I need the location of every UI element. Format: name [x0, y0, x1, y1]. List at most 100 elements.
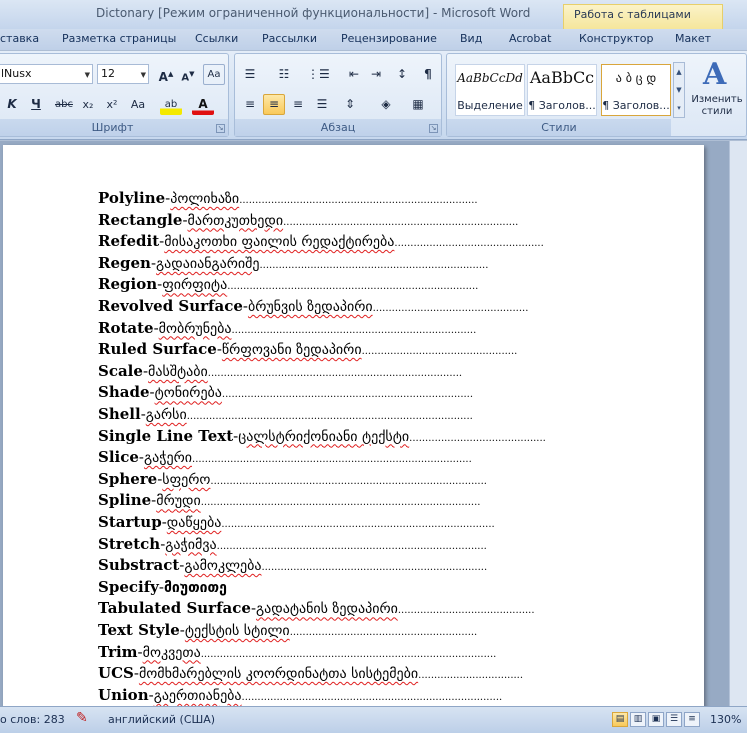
- decrease-indent-button[interactable]: ⇤: [343, 64, 365, 85]
- show-formatting-button[interactable]: ¶: [417, 64, 439, 85]
- style-item-emphasis[interactable]: AaBbCcDd Выделение: [455, 64, 525, 116]
- proofing-icon[interactable]: ✎: [76, 710, 88, 726]
- subscript-icon: x₂: [82, 98, 94, 111]
- style-item-heading1[interactable]: AaBbCc ¶ Заголов...: [527, 64, 597, 116]
- entry-translation: გარსი: [145, 407, 187, 423]
- style-item-heading2[interactable]: ა ბ ც დ ¶ Заголов...: [601, 64, 671, 116]
- styles-scroll[interactable]: ▲ ▼ ▾: [673, 62, 685, 118]
- entry-leader-dots: ........................................…: [200, 497, 481, 509]
- align-right-button[interactable]: ≡: [287, 94, 309, 115]
- status-bar: о слов: 283 ✎ английский (США) ▤ ▥ ▣ ☰ ≡…: [0, 706, 747, 733]
- pilcrow-icon: ¶: [424, 67, 432, 81]
- shrink-font-button[interactable]: A▼: [177, 64, 199, 85]
- entry-leader-dots: ........................................…: [216, 540, 487, 552]
- dictionary-entry: Slice-გაჭერი............................…: [98, 448, 472, 469]
- borders-button[interactable]: ▦: [407, 94, 429, 115]
- bullets-button[interactable]: ☰: [239, 64, 261, 85]
- print-layout-view-icon[interactable]: ▤: [612, 712, 628, 727]
- highlight-button[interactable]: ab: [160, 94, 182, 115]
- entry-leader-dots: ........................................…: [261, 562, 488, 574]
- font-group: lNusx ▼ 12 ▼ A▲ A▼ Aa K Ч abc x₂ x² Aa a…: [0, 53, 229, 137]
- dictionary-entry: Trim-მოკვეთა............................…: [98, 643, 496, 664]
- align-center-button[interactable]: ≡: [263, 94, 285, 115]
- entry-leader-dots: ........................................…: [231, 324, 477, 336]
- line-spacing-button[interactable]: ⇕: [339, 94, 361, 115]
- entry-leader-dots: ........................................…: [372, 303, 529, 314]
- justify-button[interactable]: ☰: [311, 94, 333, 115]
- entry-term: Stretch: [98, 534, 161, 553]
- table-tools-context-title: Работа с таблицами: [563, 4, 723, 30]
- numbered-list-icon: ☷: [278, 67, 290, 81]
- clear-formatting-button[interactable]: Aa: [203, 64, 225, 85]
- italic-button[interactable]: K: [1, 94, 23, 115]
- tab-mailings[interactable]: Рассылки: [262, 32, 317, 45]
- entry-leader-dots: .................................: [418, 670, 524, 682]
- entry-leader-dots: ........................................…: [200, 648, 497, 660]
- entry-translation: გაჭერი: [143, 450, 193, 467]
- tab-acrobat[interactable]: Acrobat: [509, 32, 551, 45]
- increase-indent-button[interactable]: ⇥: [365, 64, 387, 85]
- word-count[interactable]: о слов: 283: [0, 713, 65, 726]
- subscript-button[interactable]: x₂: [77, 94, 99, 115]
- vertical-scrollbar[interactable]: [729, 141, 747, 706]
- tab-view[interactable]: Вид: [460, 32, 482, 45]
- shading-button[interactable]: ◈: [375, 94, 397, 115]
- dictionary-entry: Startup-დაწყება.........................…: [98, 513, 495, 534]
- entry-leader-dots: ........................................…: [259, 259, 489, 271]
- superscript-button[interactable]: x²: [101, 94, 123, 115]
- tab-page-layout[interactable]: Разметка страницы: [62, 32, 176, 45]
- draft-view-icon[interactable]: ≡: [684, 712, 700, 727]
- change-case-icon: Aa: [130, 98, 146, 111]
- paragraph-dialog-launcher-icon[interactable]: ↘: [429, 124, 438, 133]
- font-name-combo[interactable]: lNusx ▼: [0, 64, 93, 84]
- dictionary-entry: UCS-მომხმარებლის კოორდინატთა სისტემები..…: [98, 664, 523, 685]
- align-left-button[interactable]: ≡: [239, 94, 261, 115]
- numbering-button[interactable]: ☷: [273, 64, 295, 85]
- font-size-combo[interactable]: 12 ▼: [97, 64, 149, 84]
- tab-design[interactable]: Конструктор: [579, 32, 653, 45]
- dictionary-entry: Union-გაერთიანება.......................…: [98, 686, 502, 706]
- grow-font-button[interactable]: A▲: [155, 64, 177, 85]
- entry-leader-dots: ........................................…: [239, 195, 478, 206]
- entry-leader-dots: ........................................…: [192, 454, 472, 466]
- paragraph-group: ☰ ☷ ⋮☰ ⇤ ⇥ ↕ ¶ ≡ ≡ ≡ ☰ ⇕ ◈ ▦ Абзац ↘: [234, 53, 442, 137]
- bullet-list-icon: ☰: [244, 67, 256, 81]
- multilevel-list-button[interactable]: ⋮☰: [307, 64, 330, 85]
- underline-button[interactable]: Ч: [25, 94, 47, 115]
- font-size-value: 12: [101, 67, 115, 80]
- zoom-level[interactable]: 130%: [710, 713, 741, 726]
- entry-term: Sphere: [98, 469, 158, 488]
- change-case-button[interactable]: Aa: [127, 94, 149, 115]
- entry-term: Trim: [98, 642, 138, 661]
- strikethrough-button[interactable]: abc: [53, 94, 75, 115]
- document-page[interactable]: Polyline-პოლიხაზი.......................…: [3, 145, 704, 706]
- language-indicator[interactable]: английский (США): [108, 713, 215, 726]
- entry-term: Refedit: [98, 232, 160, 251]
- outline-view-icon[interactable]: ☰: [666, 712, 682, 727]
- entry-leader-dots: ........................................…: [394, 238, 544, 250]
- shrink-font-icon: A: [181, 72, 190, 84]
- tab-review[interactable]: Рецензирование: [341, 32, 437, 45]
- tab-layout[interactable]: Макет: [675, 32, 711, 45]
- title-bar: Dictonary [Режим ограниченной функционал…: [0, 0, 747, 30]
- align-left-icon: ≡: [244, 97, 256, 111]
- entry-translation: პოლიხაზი: [170, 191, 240, 207]
- entry-term: Union: [98, 685, 149, 704]
- dictionary-entry: Tabulated Surface-გადატანის ზედაპირი....…: [98, 599, 535, 620]
- font-dialog-launcher-icon[interactable]: ↘: [216, 124, 225, 133]
- change-styles-button[interactable]: A Изменить стили: [689, 58, 745, 120]
- dictionary-entry: Specify-მიუთითე: [98, 578, 227, 599]
- dictionary-entry: Single Line Text-ცალსტრიქონიანი ტექსტი..…: [98, 427, 546, 448]
- entry-translation: მობრუნება: [158, 320, 232, 337]
- entry-translation: დაწყება: [166, 515, 222, 531]
- full-screen-reading-icon[interactable]: ▥: [630, 712, 646, 727]
- tab-insert[interactable]: ставка: [0, 32, 39, 45]
- dictionary-entry: Scale-მასშტაბი..........................…: [98, 362, 462, 383]
- entry-leader-dots: ........................................…: [221, 389, 474, 401]
- font-color-button[interactable]: A: [192, 94, 214, 115]
- tab-references[interactable]: Ссылки: [195, 32, 238, 45]
- dictionary-entry: Text Style-ტექსტის სტილი................…: [98, 621, 477, 642]
- entry-translation: გადატანის ზედაპირი: [256, 601, 398, 618]
- web-layout-icon[interactable]: ▣: [648, 712, 664, 727]
- sort-button[interactable]: ↕: [391, 64, 413, 85]
